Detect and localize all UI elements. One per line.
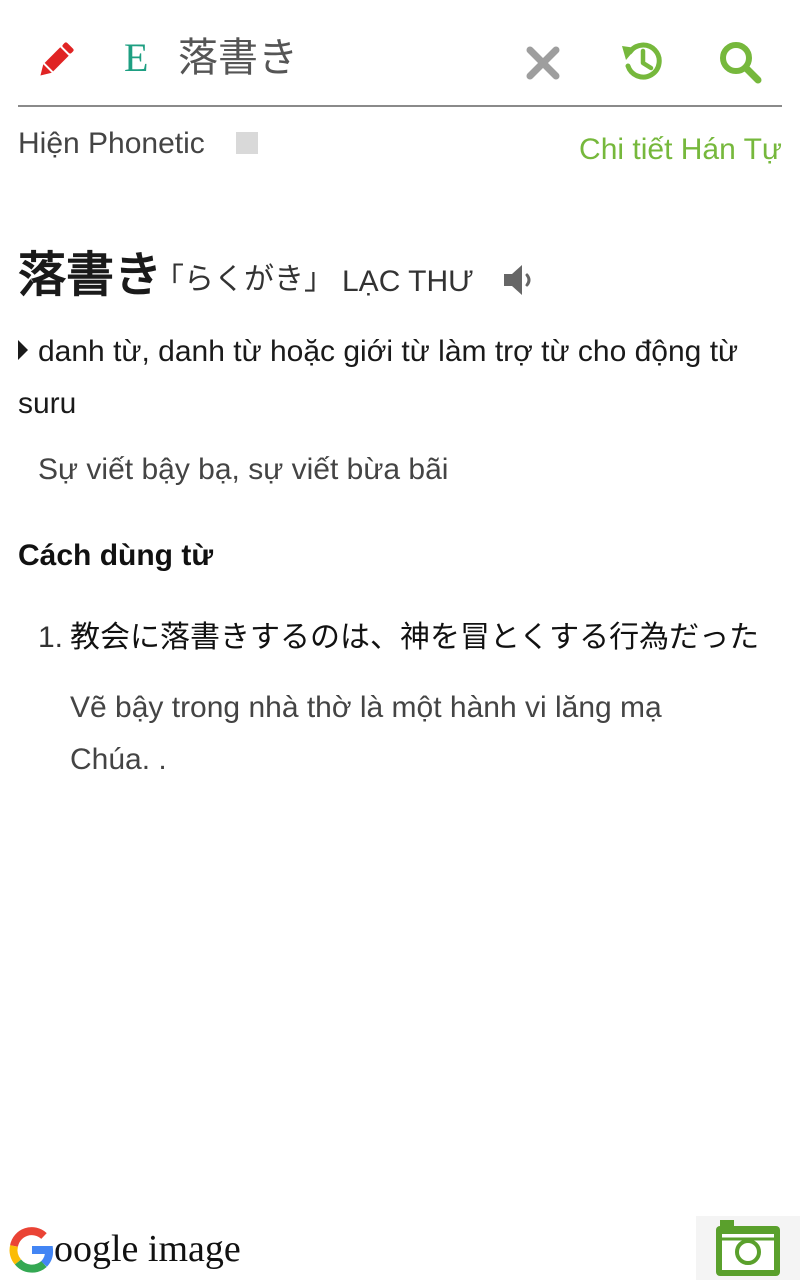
pencil-icon[interactable] [34, 38, 78, 82]
part-of-speech-text: danh từ, danh từ hoặc giới từ làm trợ từ… [18, 335, 739, 420]
entry-meaning: Sự viết bậy bạ, sự viết bừa bãi [38, 453, 449, 486]
google-image-label: oogle image [54, 1228, 241, 1270]
language-toggle-button[interactable]: E [124, 34, 148, 82]
example-number: 1. [38, 621, 64, 654]
entry-word: 落書き [18, 249, 163, 302]
phonetic-checkbox[interactable] [236, 132, 258, 154]
expand-arrow-icon [18, 340, 28, 360]
history-icon[interactable] [620, 38, 664, 84]
entry-han-viet: LẠC THƯ [342, 265, 474, 298]
camera-icon [716, 1220, 780, 1276]
part-of-speech: danh từ, danh từ hoặc giới từ làm trợ từ… [18, 326, 782, 430]
header-divider [18, 105, 782, 107]
speaker-icon[interactable] [500, 260, 540, 300]
clear-icon[interactable] [524, 44, 562, 82]
google-image-button[interactable]: oogle image [8, 1222, 241, 1276]
camera-button[interactable] [696, 1216, 800, 1280]
entry-reading: 「らくがき」 [154, 263, 334, 296]
kanji-detail-link[interactable]: Chi tiết Hán Tự [579, 130, 782, 170]
example-vietnamese: Vẽ bậy trong nhà thờ là một hành vi lăng… [70, 691, 662, 776]
search-icon[interactable] [716, 38, 764, 86]
usage-section-title: Cách dùng từ [18, 539, 214, 572]
phonetic-toggle-label: Hiện Phonetic [18, 127, 205, 160]
google-g-icon [9, 1227, 54, 1273]
search-query-text[interactable]: 落書き [178, 30, 298, 86]
example-japanese: 教会に落書きするのは、神を冒とくする行為だった [70, 621, 760, 654]
